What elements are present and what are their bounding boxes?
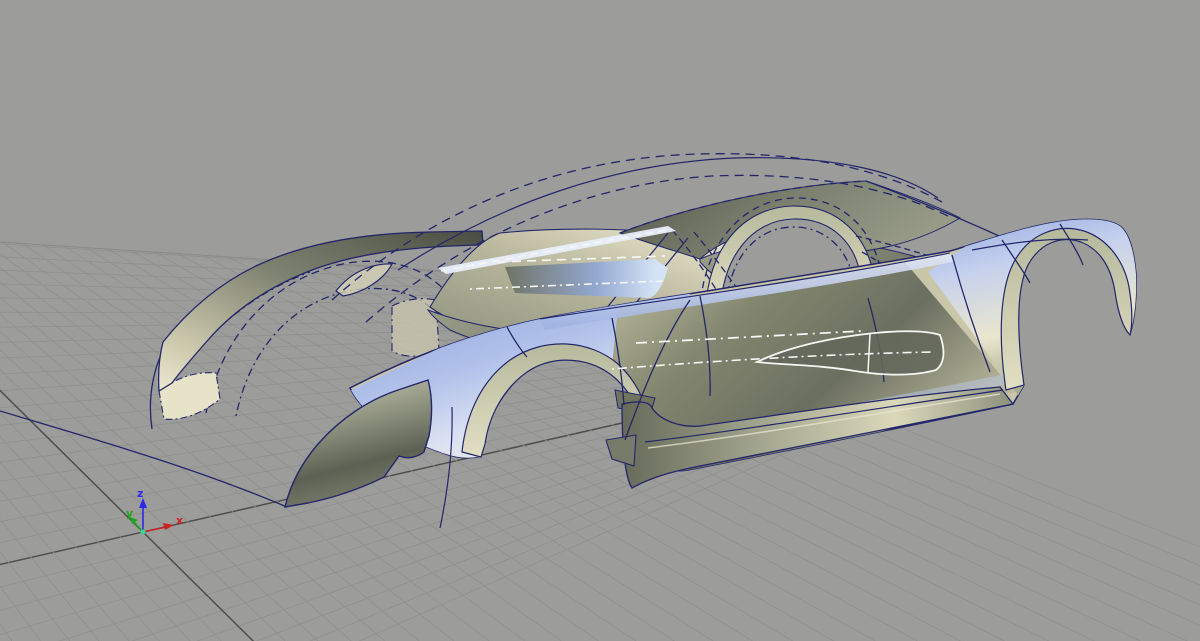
z-axis-label: z <box>137 487 143 500</box>
perspective-view[interactable]: x y z <box>0 0 1200 641</box>
x-axis-label: x <box>176 514 183 527</box>
y-axis-label: y <box>126 507 133 520</box>
viewport-canvas[interactable]: x y z <box>0 0 1200 641</box>
origin-point <box>140 529 146 535</box>
